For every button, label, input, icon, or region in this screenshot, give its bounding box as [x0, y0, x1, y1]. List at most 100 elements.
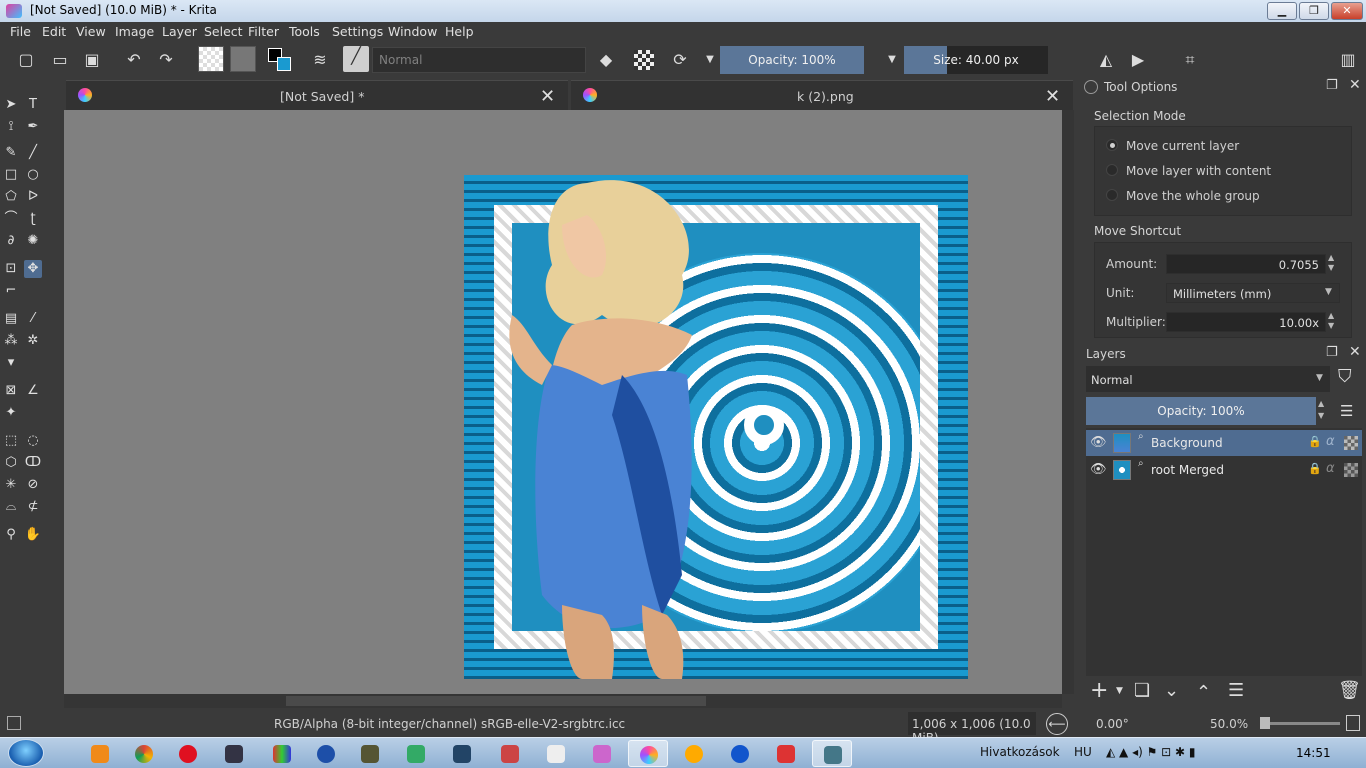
line-tool-icon[interactable]: ╱ — [24, 144, 42, 162]
move-current-layer-radio[interactable] — [1106, 139, 1118, 151]
app-icon[interactable] — [350, 740, 390, 767]
reference-images-icon[interactable]: ✦ — [2, 404, 20, 422]
lock-icon[interactable]: 🔒 — [1308, 435, 1322, 448]
move-layer-down-icon[interactable]: ⌄ — [1164, 680, 1179, 701]
duplicate-layer-icon[interactable]: ❏ — [1134, 680, 1150, 701]
krita-taskbar-icon[interactable] — [628, 740, 668, 767]
gradient-tool-icon[interactable]: ▤ — [2, 310, 20, 328]
chevron-down-icon[interactable]: ▼ — [700, 50, 720, 70]
language-indicator[interactable]: HU — [1074, 745, 1092, 759]
chevron-down-icon[interactable]: ▼ — [1316, 373, 1323, 383]
ellipse-tool-icon[interactable]: ○ — [24, 166, 42, 184]
app-icon[interactable] — [812, 740, 852, 767]
alpha-icon[interactable]: α — [1326, 461, 1335, 476]
new-document-icon[interactable]: ▢ — [16, 50, 36, 70]
tab-close-icon[interactable]: ✕ — [540, 86, 555, 107]
menu-file[interactable]: File — [10, 24, 31, 39]
scrollbar-thumb[interactable] — [286, 696, 706, 706]
chevron-down-icon[interactable]: ▼ — [882, 50, 902, 70]
clock[interactable]: 14:51 — [1296, 746, 1331, 760]
menu-layer[interactable]: Layer — [162, 24, 197, 39]
layer-row-root-merged[interactable]: 👁 ⌕ root Merged 🔒 α — [1086, 457, 1362, 483]
unit-select[interactable]: Millimeters (mm) — [1166, 283, 1340, 303]
similar-selection-icon[interactable]: ⊘ — [24, 476, 42, 494]
inherit-alpha-icon[interactable] — [1344, 463, 1358, 477]
mirror-horizontal-icon[interactable]: ◭ — [1096, 50, 1116, 70]
redo-icon[interactable]: ↷ — [156, 50, 176, 70]
app-icon[interactable] — [582, 740, 622, 767]
mirror-vertical-icon[interactable]: ▶ — [1128, 50, 1148, 70]
wrap-around-icon[interactable]: ⌗ — [1180, 50, 1200, 70]
size-slider[interactable]: Size: 40.00 px — [904, 46, 1048, 74]
chevron-down-icon[interactable]: ▼ — [1325, 287, 1332, 297]
zoom-slider-handle[interactable] — [1260, 717, 1270, 729]
selection-indicator-icon[interactable] — [7, 716, 21, 730]
move-current-layer-label[interactable]: Move current layer — [1126, 139, 1239, 153]
blend-mode-select[interactable]: Normal — [372, 47, 586, 73]
app-icon[interactable] — [536, 740, 576, 767]
polygon-tool-icon[interactable]: ⬠ — [2, 188, 20, 206]
opacity-spinner-icon[interactable]: ▲ ▼ — [1318, 398, 1324, 422]
bezier-tool-icon[interactable]: ⌒ — [2, 210, 20, 228]
dynamic-brush-icon[interactable]: ∂ — [2, 232, 20, 250]
chevron-down-icon[interactable]: ▼ — [1116, 686, 1123, 696]
menu-help[interactable]: Help — [445, 24, 474, 39]
contiguous-selection-icon[interactable]: ✳ — [2, 476, 20, 494]
screenshot-app-icon[interactable] — [214, 740, 254, 767]
transform-tool-icon[interactable]: ⊡ — [2, 260, 20, 278]
rectangle-tool-icon[interactable]: □ — [2, 166, 20, 184]
layer-row-background[interactable]: 👁 ⌕ Background 🔒 α — [1086, 430, 1362, 456]
menu-tools[interactable]: Tools — [289, 24, 320, 39]
tab-close-icon[interactable]: ✕ — [1045, 86, 1060, 107]
move-layer-with-content-label[interactable]: Move layer with content — [1126, 164, 1271, 178]
measure-tool-icon[interactable]: ∠ — [24, 382, 42, 400]
links-toolbar[interactable]: Hivatkozások — [980, 745, 1060, 759]
menu-select[interactable]: Select — [204, 24, 243, 39]
text-tool-icon[interactable]: T — [24, 96, 42, 114]
add-layer-icon[interactable]: + — [1090, 678, 1108, 703]
opacity-slider[interactable]: Opacity: 100% — [720, 46, 864, 74]
undo-icon[interactable]: ↶ — [124, 50, 144, 70]
fullscreen-icon[interactable] — [1346, 715, 1360, 731]
menu-image[interactable]: Image — [115, 24, 154, 39]
app-icon[interactable] — [442, 740, 482, 767]
float-panel-icon[interactable]: ❐ — [1326, 345, 1338, 360]
layer-menu-icon[interactable]: ☰ — [1340, 402, 1353, 420]
close-button[interactable]: ✕ — [1331, 2, 1363, 20]
docker-toggle-icon[interactable]: ▥ — [1338, 50, 1358, 70]
menu-settings[interactable]: Settings — [332, 24, 383, 39]
chrome-icon[interactable] — [124, 740, 164, 767]
layer-properties-icon[interactable]: ☰ — [1228, 680, 1244, 701]
freehand-path-icon[interactable]: ʈ — [24, 210, 42, 228]
delete-layer-icon[interactable]: 🗑 — [1338, 680, 1361, 701]
app-icon[interactable] — [766, 740, 806, 767]
brush-settings-icon[interactable]: ≋ — [310, 50, 330, 70]
lock-icon[interactable]: 🔒 — [1308, 462, 1322, 475]
select-shapes-icon[interactable]: ➤ — [2, 96, 20, 114]
calligraphy-icon[interactable]: ✒ — [24, 118, 42, 136]
fill-tool-icon[interactable]: ▾ — [2, 354, 20, 372]
inherit-alpha-icon[interactable] — [1344, 436, 1358, 450]
tab-not-saved[interactable]: [Not Saved] * ✕ — [66, 80, 568, 110]
zoom-tool-icon[interactable]: ⚲ — [2, 526, 20, 544]
close-panel-icon[interactable]: ✕ — [1349, 344, 1361, 360]
horizontal-scrollbar[interactable] — [64, 694, 1062, 708]
menu-filter[interactable]: Filter — [248, 24, 279, 39]
amount-spinner-icon[interactable]: ▲ ▼ — [1328, 253, 1334, 273]
save-icon[interactable]: ▣ — [82, 50, 102, 70]
alpha-lock-icon[interactable] — [634, 50, 654, 70]
eye-icon[interactable]: 👁 — [1090, 435, 1107, 450]
move-whole-group-radio[interactable] — [1106, 189, 1118, 201]
elliptical-selection-icon[interactable]: ◌ — [24, 432, 42, 450]
move-tool-icon[interactable]: ✥ — [24, 260, 42, 278]
app-icon[interactable] — [396, 740, 436, 767]
dimensions-box[interactable]: 1,006 x 1,006 (10.0 MiB) — [908, 712, 1036, 745]
layer-opacity-slider[interactable]: Opacity: 100% — [1086, 397, 1316, 425]
eye-icon[interactable]: 👁 — [1090, 462, 1107, 477]
bluetooth-icon[interactable] — [306, 740, 346, 767]
color-picker-icon[interactable]: ⁄ — [24, 310, 42, 328]
move-layer-with-content-radio[interactable] — [1106, 164, 1118, 176]
rotate-icon[interactable]: ⟵ — [1046, 713, 1068, 735]
alpha-icon[interactable]: α — [1326, 434, 1335, 449]
eraser-icon[interactable]: ◆ — [596, 50, 616, 70]
